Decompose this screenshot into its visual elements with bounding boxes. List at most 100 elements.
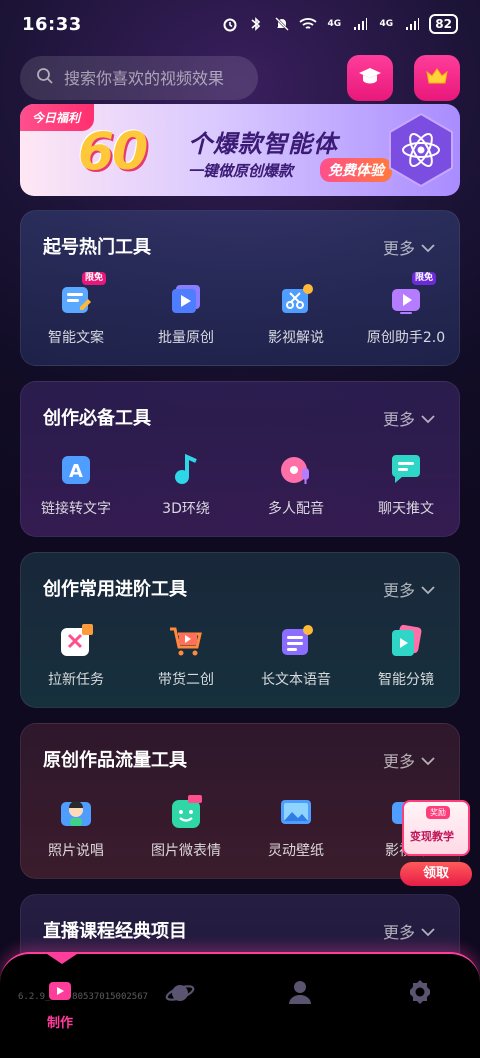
tool-grid: 拉新任务 带货二创 长文本语音 智能分镜	[21, 623, 461, 689]
letter-a-icon: A	[58, 452, 94, 488]
wifi-icon	[299, 15, 317, 33]
section-traffic-tools: 原创作品流量工具 更多 照片说唱 图片微表情 灵动壁纸 影视解	[20, 723, 460, 879]
tool-smart-storyboard[interactable]: 智能分镜	[351, 623, 461, 689]
section-title: 创作常用进阶工具	[43, 579, 187, 600]
tab-profile[interactable]	[270, 978, 330, 1010]
tool-3d-surround[interactable]: 3D环绕	[131, 452, 241, 518]
tab-settings[interactable]	[390, 978, 450, 1010]
disc-mic-icon	[278, 452, 314, 488]
tool-label: 图片微表情	[151, 843, 221, 859]
chevron-down-icon	[421, 580, 435, 599]
promo-title: 变现教学	[410, 830, 454, 843]
tool-long-text-speech[interactable]: 长文本语音	[241, 623, 351, 689]
tool-film-commentary[interactable]: 影视解说	[241, 281, 351, 347]
tool-label: 智能文案	[48, 330, 104, 346]
tool-label: 智能分镜	[378, 672, 434, 688]
tool-ecommerce-remix[interactable]: 带货二创	[131, 623, 241, 689]
tool-photo-micro-expression[interactable]: 图片微表情	[131, 794, 241, 860]
tool-label: 带货二创	[158, 672, 214, 688]
section-advanced-tools: 创作常用进阶工具 更多 拉新任务 带货二创 长文本语音 智能分镜	[20, 552, 460, 708]
tool-link-to-text[interactable]: A 链接转文字	[21, 452, 131, 518]
signal-1-icon	[351, 15, 369, 33]
tool-smart-copy[interactable]: 限免 智能文案	[21, 272, 131, 347]
tool-multi-dubbing[interactable]: 多人配音	[241, 452, 351, 518]
section-hot-tools: 起号热门工具 更多 限免 智能文案 批量原创 影视解说 限免 原创助手2.0	[20, 210, 460, 366]
promo-small-label: 奖励	[426, 806, 450, 819]
monetization-promo[interactable]: 奖励 变现教学 领取	[398, 782, 472, 888]
active-tab-indicator	[44, 952, 80, 964]
chevron-down-icon	[421, 922, 435, 941]
tool-batch-original[interactable]: 批量原创	[131, 281, 241, 347]
status-time: 16:33	[22, 14, 82, 35]
chevron-down-icon	[421, 751, 435, 770]
more-button[interactable]: 更多	[383, 919, 435, 943]
vip-button[interactable]	[414, 55, 460, 101]
search-icon	[36, 67, 54, 89]
section-essential-tools: 创作必备工具 更多 A 链接转文字 3D环绕 多人配音 聊天推文	[20, 381, 460, 537]
crown-icon	[424, 63, 450, 93]
banner-number: 60	[78, 122, 148, 182]
status-bar: 16:33 4G 4G 82	[0, 0, 480, 50]
banner-subtitle: 一键做原创爆款	[188, 162, 294, 180]
course-button[interactable]	[347, 55, 393, 101]
atom-hexagon-icon	[389, 112, 453, 188]
network-2-label: 4G	[379, 18, 394, 29]
video-edit-icon	[47, 978, 73, 1008]
storyboard-cards-icon	[388, 623, 424, 659]
tool-referral-task[interactable]: 拉新任务	[21, 623, 131, 689]
chevron-down-icon	[421, 238, 435, 257]
tool-label: 长文本语音	[261, 672, 331, 688]
tool-label: 链接转文字	[41, 501, 111, 517]
banner-cta[interactable]: 免费体验	[320, 158, 392, 182]
tab-make-label: 制作	[46, 1016, 73, 1031]
document-icon: 限免	[58, 272, 106, 317]
section-title: 原创作品流量工具	[43, 750, 187, 771]
promo-banner[interactable]: 今日福利 60 个爆款智能体 一键做原创爆款 免费体验	[20, 104, 460, 196]
mute-bell-icon	[273, 15, 291, 33]
more-button[interactable]: 更多	[383, 748, 435, 772]
chevron-down-icon	[421, 409, 435, 428]
landscape-frame-icon	[278, 794, 314, 830]
more-button[interactable]: 更多	[383, 406, 435, 430]
battery-indicator: 82	[429, 14, 458, 34]
tool-label: 原创助手2.0	[366, 330, 446, 346]
tool-photo-rap[interactable]: 照片说唱	[21, 794, 131, 860]
tool-label: 批量原创	[158, 330, 214, 346]
app-grid-icon	[58, 623, 94, 659]
tool-chat-story[interactable]: 聊天推文	[351, 452, 461, 518]
tab-discover[interactable]	[150, 978, 210, 1012]
tool-label: 照片说唱	[48, 843, 104, 859]
svg-text:A: A	[69, 461, 83, 482]
search-input[interactable]	[64, 68, 254, 88]
network-1-label: 4G	[327, 18, 342, 29]
smile-face-icon	[168, 794, 204, 830]
tool-label: 多人配音	[268, 501, 324, 517]
tool-label: 3D环绕	[162, 501, 210, 517]
tool-live-wallpaper[interactable]: 灵动壁纸	[241, 794, 351, 860]
claim-button[interactable]: 领取	[400, 862, 472, 886]
tool-grid: A 链接转文字 3D环绕 多人配音 聊天推文	[21, 452, 461, 518]
tool-label: 影视解说	[268, 330, 324, 346]
user-icon	[286, 978, 314, 1010]
more-label: 更多	[382, 923, 415, 942]
scissors-film-icon	[278, 281, 314, 317]
more-label: 更多	[382, 752, 415, 771]
signal-2-icon	[403, 15, 421, 33]
tool-grid: 限免 智能文案 批量原创 影视解说 限免 原创助手2.0	[21, 272, 461, 347]
more-button[interactable]: 更多	[383, 577, 435, 601]
film-stack-icon	[168, 281, 204, 317]
free-badge: 限免	[411, 272, 436, 285]
section-title: 起号热门工具	[43, 237, 151, 258]
search-bar[interactable]	[20, 56, 258, 100]
tool-original-assistant[interactable]: 限免 原创助手2.0	[351, 272, 461, 347]
video-play-icon: 限免	[388, 272, 436, 317]
section-title: 直播课程经典项目	[43, 921, 187, 942]
tool-label: 拉新任务	[48, 672, 104, 688]
tool-label: 聊天推文	[378, 501, 434, 517]
more-button[interactable]: 更多	[383, 235, 435, 259]
status-icons: 4G 4G 82	[221, 14, 458, 34]
shopping-cart-icon	[168, 623, 204, 659]
chat-bubble-icon	[388, 452, 424, 488]
singing-avatar-icon	[58, 794, 94, 830]
tab-make[interactable]: 制作	[30, 978, 90, 1031]
